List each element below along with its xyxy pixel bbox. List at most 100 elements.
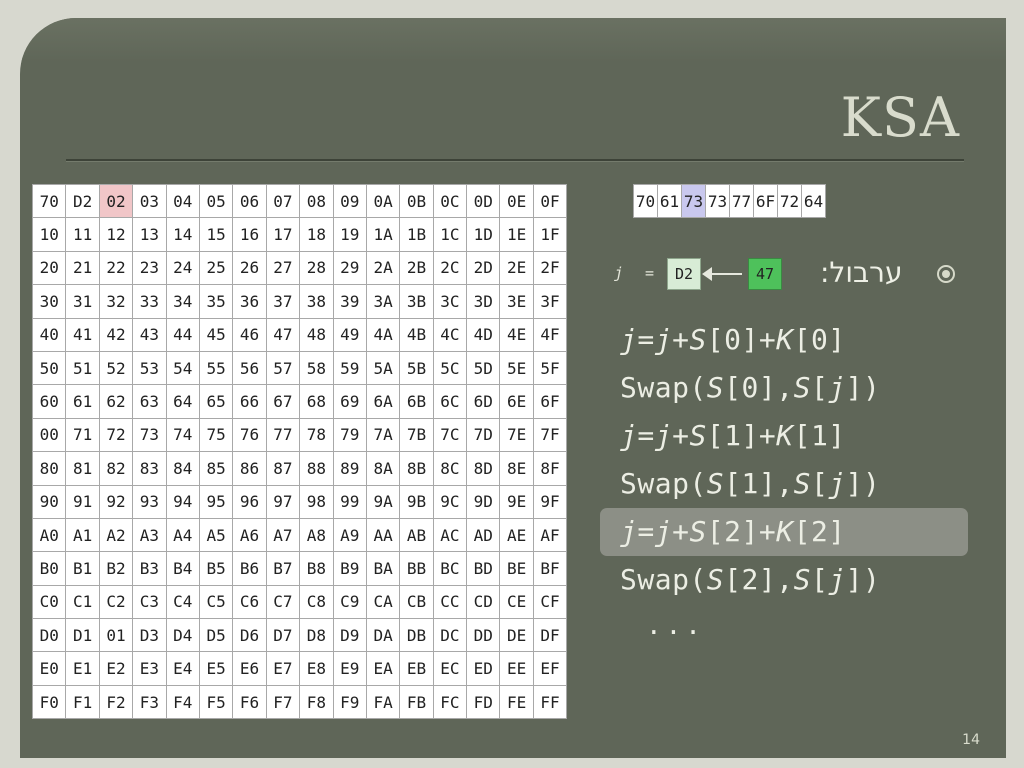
s-box-cell: BB — [399, 551, 434, 586]
s-box-cell: 6C — [432, 384, 468, 419]
code-token: [1], — [724, 467, 794, 500]
s-box-cell: E4 — [165, 651, 200, 686]
s-box-cell: E6 — [232, 651, 267, 686]
s-box-cell: 2A — [365, 250, 401, 286]
s-box-cell: 60 — [31, 384, 67, 419]
s-box-cell: DA — [365, 618, 401, 653]
j-variable-label: j — [614, 264, 624, 282]
s-box-cell: F1 — [65, 684, 100, 720]
title-divider — [66, 159, 964, 162]
s-box-cell: F8 — [299, 684, 334, 720]
s-box-cell: FF — [532, 684, 568, 720]
code-line: j=j+S[1]+K[1] — [600, 412, 1000, 460]
code-token: S — [706, 467, 725, 500]
code-token: + — [672, 323, 690, 356]
s-box-cell: 7B — [399, 417, 434, 453]
s-box-cell: 2C — [432, 250, 468, 286]
s-box-cell: 29 — [332, 250, 367, 286]
code-token: [0] — [793, 323, 846, 356]
s-box-cell: 0C — [432, 183, 468, 219]
s-box-cell: 36 — [232, 284, 267, 319]
s-box-cell: 17 — [265, 217, 301, 252]
s-box-cell: 50 — [31, 350, 67, 386]
s-box-cell: 49 — [332, 317, 367, 352]
s-box-cell: 7A — [365, 417, 401, 453]
s-box-cell: 4E — [499, 317, 534, 352]
page-number: 14 — [962, 732, 980, 748]
s-box-cell: 06 — [232, 183, 267, 219]
s-box-cell: C9 — [332, 584, 367, 620]
s-box-cell: FE — [499, 684, 534, 720]
s-box-cell: AA — [365, 517, 401, 553]
s-box-cell: 7F — [532, 417, 568, 453]
s-box-cell: 3B — [399, 284, 434, 319]
s-box-cell: 78 — [299, 417, 334, 453]
s-box-cell: 7C — [432, 417, 468, 453]
s-box-cell: F3 — [132, 684, 167, 720]
slide: KSA 70 D2 02 03 04 05 06 07 08 09 0A 0B 0C 0D 0E 0F 10 11… — [20, 18, 1006, 758]
s-box-cell: D6 — [232, 618, 267, 653]
s-box-cell: 52 — [98, 350, 134, 386]
s-box-cell: 83 — [132, 451, 167, 486]
s-box-cell: E0 — [31, 651, 67, 686]
s-box-cell: 8F — [532, 451, 568, 486]
s-box-cell: 48 — [299, 317, 334, 352]
code-token: [1]+ — [706, 419, 777, 452]
s-box-cell: 87 — [265, 451, 301, 486]
s-box-cell: 25 — [198, 250, 234, 286]
s-box-cell: 1F — [532, 217, 568, 252]
s-box-cell: B5 — [198, 551, 234, 586]
s-box-cell: 28 — [299, 250, 334, 286]
s-box-row: 30 31 32 33 34 35 36 37 38 39 3A 3B 3C 3D 3E 3F — [31, 284, 568, 319]
s-box-cell: F6 — [232, 684, 267, 720]
s-box-cell: 92 — [98, 484, 134, 519]
slide-title: KSA — [840, 86, 960, 149]
s-box-cell: 66 — [232, 384, 267, 419]
s-box-cell: 9B — [399, 484, 434, 519]
s-box-cell: 0B — [399, 183, 434, 219]
s-box-cell: CB — [399, 584, 434, 620]
s-box-cell: 21 — [65, 250, 100, 286]
s-box-row: A0 A1 A2 A3 A4 A5 A6 A7 A8 A9 AA AB AC AD AE AF — [31, 517, 568, 553]
code-token: Swap( — [620, 371, 707, 404]
s-box-cell: 9F — [532, 484, 568, 519]
code-token: [ — [810, 371, 829, 404]
s-box-cell: EA — [365, 651, 401, 686]
code-token: ]) — [845, 467, 881, 500]
s-box-cell: F0 — [31, 684, 67, 720]
s-box-cell: 34 — [165, 284, 200, 319]
s-box-cell: 41 — [65, 317, 100, 352]
s-box-cell: 4D — [466, 317, 501, 352]
code-token: j — [620, 515, 638, 548]
s-box-cell: ED — [466, 651, 501, 686]
s-box-cell: 9E — [499, 484, 534, 519]
s-box-cell: CD — [466, 584, 501, 620]
s-box-cell: 16 — [232, 217, 267, 252]
s-box-cell: 77 — [265, 417, 301, 453]
s-box-cell: EC — [432, 651, 468, 686]
s-box-cell: E5 — [198, 651, 234, 686]
s-box-cell: 5D — [466, 350, 501, 386]
code-token: [1] — [793, 419, 846, 452]
s-box-cell: 97 — [265, 484, 301, 519]
s-box-cell: EF — [532, 651, 568, 686]
s-box-cell: 00 — [31, 417, 67, 453]
s-box-row: 00 71 72 73 74 75 76 77 78 79 7A 7B 7C 7D 7E 7F — [31, 417, 568, 453]
code-token: K — [776, 323, 794, 356]
s-box-cell: A0 — [31, 517, 67, 553]
s-box-cell: BC — [432, 551, 468, 586]
j-value-box: D2 — [667, 258, 701, 290]
s-box-cell: 6B — [399, 384, 434, 419]
s-box-cell: 0F — [532, 183, 568, 219]
s-box-cell: 0D — [466, 183, 501, 219]
s-box-cell: C2 — [98, 584, 134, 620]
s-box-cell: 6E — [499, 384, 534, 419]
s-box-cell: E8 — [299, 651, 334, 686]
code-token: = — [637, 323, 655, 356]
s-box-cell: 86 — [232, 451, 267, 486]
s-box-cell: D4 — [165, 618, 200, 653]
s-box-cell: 6A — [365, 384, 401, 419]
s-box-cell: C1 — [65, 584, 100, 620]
s-box-cell: 6F — [532, 384, 568, 419]
s-box-cell: 1C — [432, 217, 468, 252]
